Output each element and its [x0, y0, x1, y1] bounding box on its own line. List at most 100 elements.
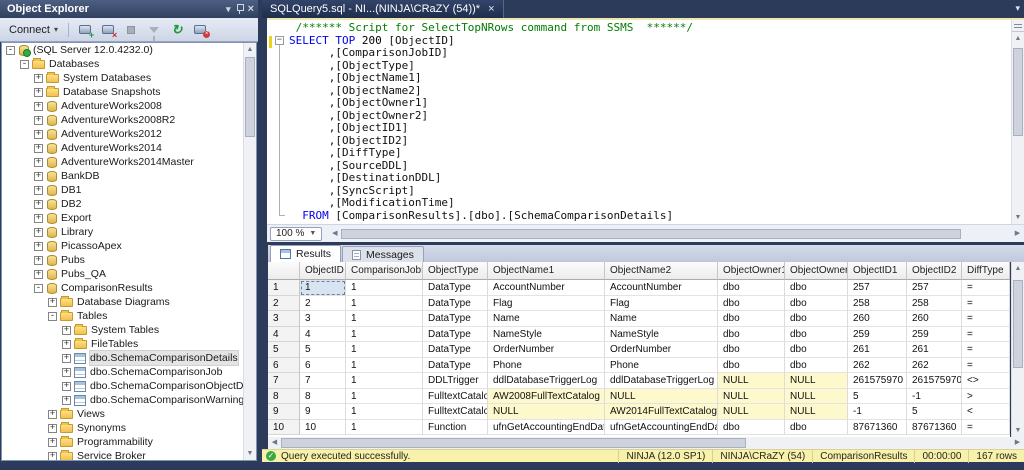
- cell[interactable]: dbo: [785, 342, 848, 358]
- cell[interactable]: 1: [346, 296, 423, 312]
- expander-icon[interactable]: +: [62, 326, 71, 335]
- cell[interactable]: dbo: [718, 327, 785, 343]
- column-header[interactable]: ComparisonJobID: [346, 262, 423, 280]
- connect-button[interactable]: Connect ▾: [5, 22, 62, 38]
- expander-icon[interactable]: +: [48, 424, 57, 433]
- cell[interactable]: dbo: [785, 311, 848, 327]
- scrollbar-thumb[interactable]: [281, 438, 746, 448]
- scroll-up-icon[interactable]: ▲: [1012, 32, 1024, 45]
- remove-server-button[interactable]: ×: [190, 20, 210, 39]
- cell[interactable]: DDLTrigger: [423, 373, 488, 389]
- cell[interactable]: =: [962, 358, 1010, 374]
- cell[interactable]: dbo: [718, 358, 785, 374]
- cell[interactable]: dbo: [785, 327, 848, 343]
- cell[interactable]: 1: [346, 389, 423, 405]
- cell[interactable]: dbo: [718, 311, 785, 327]
- grid-scrollbar[interactable]: ▲ ▼: [1011, 262, 1024, 437]
- row-number[interactable]: 7: [268, 373, 300, 389]
- expander-icon[interactable]: +: [62, 396, 71, 405]
- tree-item[interactable]: +Synonyms: [2, 421, 256, 435]
- expander-icon[interactable]: +: [34, 158, 43, 167]
- tree-item[interactable]: +Database Snapshots: [2, 85, 256, 99]
- scroll-down-icon[interactable]: ▼: [244, 447, 256, 460]
- cell[interactable]: dbo: [785, 296, 848, 312]
- tree-item[interactable]: +Pubs_QA: [2, 267, 256, 281]
- tree-item[interactable]: +Export: [2, 211, 256, 225]
- tree-item[interactable]: +Programmability: [2, 435, 256, 449]
- row-number[interactable]: 5: [268, 342, 300, 358]
- expander-icon[interactable]: -: [20, 60, 29, 69]
- cell[interactable]: 258: [848, 296, 907, 312]
- tree-item[interactable]: -(SQL Server 12.0.4232.0): [2, 43, 256, 57]
- row-number[interactable]: 3: [268, 311, 300, 327]
- document-dropdown-icon[interactable]: ▾: [1015, 3, 1020, 14]
- cell[interactable]: Phone: [488, 358, 605, 374]
- cell[interactable]: 5: [848, 389, 907, 405]
- cell[interactable]: 260: [907, 311, 962, 327]
- tree-item[interactable]: +AdventureWorks2008: [2, 99, 256, 113]
- scrollbar-thumb[interactable]: [1013, 48, 1023, 136]
- cell[interactable]: ddlDatabaseTriggerLog: [488, 373, 605, 389]
- tree-item[interactable]: +BankDB: [2, 169, 256, 183]
- column-header[interactable]: ObjectID1: [848, 262, 907, 280]
- tree-item[interactable]: +dbo.SchemaComparisonObjectDiffs: [2, 379, 256, 393]
- tree-item[interactable]: +FileTables: [2, 337, 256, 351]
- cell[interactable]: dbo: [718, 296, 785, 312]
- cell[interactable]: -1: [907, 389, 962, 405]
- cell[interactable]: 5: [907, 404, 962, 420]
- cell[interactable]: 259: [907, 327, 962, 343]
- cell[interactable]: 5: [300, 342, 346, 358]
- cell[interactable]: dbo: [718, 420, 785, 436]
- row-number[interactable]: 1: [268, 280, 300, 296]
- cell[interactable]: NULL: [718, 389, 785, 405]
- tree-item[interactable]: +AdventureWorks2014Master: [2, 155, 256, 169]
- expander-icon[interactable]: +: [48, 438, 57, 447]
- column-header[interactable]: ObjectType: [423, 262, 488, 280]
- connect-server-button[interactable]: +: [75, 20, 95, 39]
- cell[interactable]: 7: [300, 373, 346, 389]
- cell[interactable]: =: [962, 296, 1010, 312]
- column-header[interactable]: ObjectName2: [605, 262, 718, 280]
- cell[interactable]: Flag: [488, 296, 605, 312]
- tree-scrollbar[interactable]: ▲ ▼: [243, 43, 256, 460]
- cell[interactable]: FulltextCatalog: [423, 404, 488, 420]
- expander-icon[interactable]: +: [62, 368, 71, 377]
- tree-item[interactable]: -ComparisonResults: [2, 281, 256, 295]
- cell[interactable]: 3: [300, 311, 346, 327]
- cell[interactable]: OrderNumber: [488, 342, 605, 358]
- window-menu-icon[interactable]: ▾: [226, 4, 231, 14]
- expander-icon[interactable]: +: [34, 200, 43, 209]
- expander-icon[interactable]: +: [34, 116, 43, 125]
- refresh-button[interactable]: ↻: [167, 20, 187, 39]
- expander-icon[interactable]: +: [34, 172, 43, 181]
- scroll-up-icon[interactable]: ▲: [1012, 262, 1024, 275]
- expander-icon[interactable]: +: [34, 256, 43, 265]
- cell[interactable]: AW2008FullTextCatalog: [488, 389, 605, 405]
- cell[interactable]: AW2014FullTextCatalog: [605, 404, 718, 420]
- cell[interactable]: 8: [300, 389, 346, 405]
- close-icon[interactable]: ×: [248, 4, 254, 14]
- cell[interactable]: dbo: [785, 420, 848, 436]
- column-header[interactable]: ObjectID2: [907, 262, 962, 280]
- cell[interactable]: 1: [346, 404, 423, 420]
- tab-messages[interactable]: Messages: [342, 246, 424, 262]
- expander-icon[interactable]: +: [34, 144, 43, 153]
- cell[interactable]: =: [962, 420, 1010, 436]
- cell[interactable]: 259: [848, 327, 907, 343]
- cell[interactable]: 1: [346, 342, 423, 358]
- expander-icon[interactable]: -: [48, 312, 57, 321]
- expander-icon[interactable]: +: [34, 214, 43, 223]
- outline-collapse-icon[interactable]: −: [275, 36, 284, 45]
- tab-sqlquery5[interactable]: SQLQuery5.sql - NI...(NINJA\CRaZY (54))*…: [262, 0, 504, 18]
- zoom-level-select[interactable]: 100 % ▼: [270, 227, 322, 241]
- tree-item[interactable]: +DB2: [2, 197, 256, 211]
- row-number[interactable]: 2: [268, 296, 300, 312]
- cell[interactable]: NULL: [785, 389, 848, 405]
- cell[interactable]: <: [962, 404, 1010, 420]
- scroll-down-icon[interactable]: ▼: [1012, 424, 1024, 437]
- expander-icon[interactable]: +: [62, 354, 71, 363]
- column-header[interactable]: ObjectOwner1: [718, 262, 785, 280]
- splitter-handle[interactable]: [1012, 20, 1024, 32]
- column-header[interactable]: ObjectID: [300, 262, 346, 280]
- cell[interactable]: 1: [346, 327, 423, 343]
